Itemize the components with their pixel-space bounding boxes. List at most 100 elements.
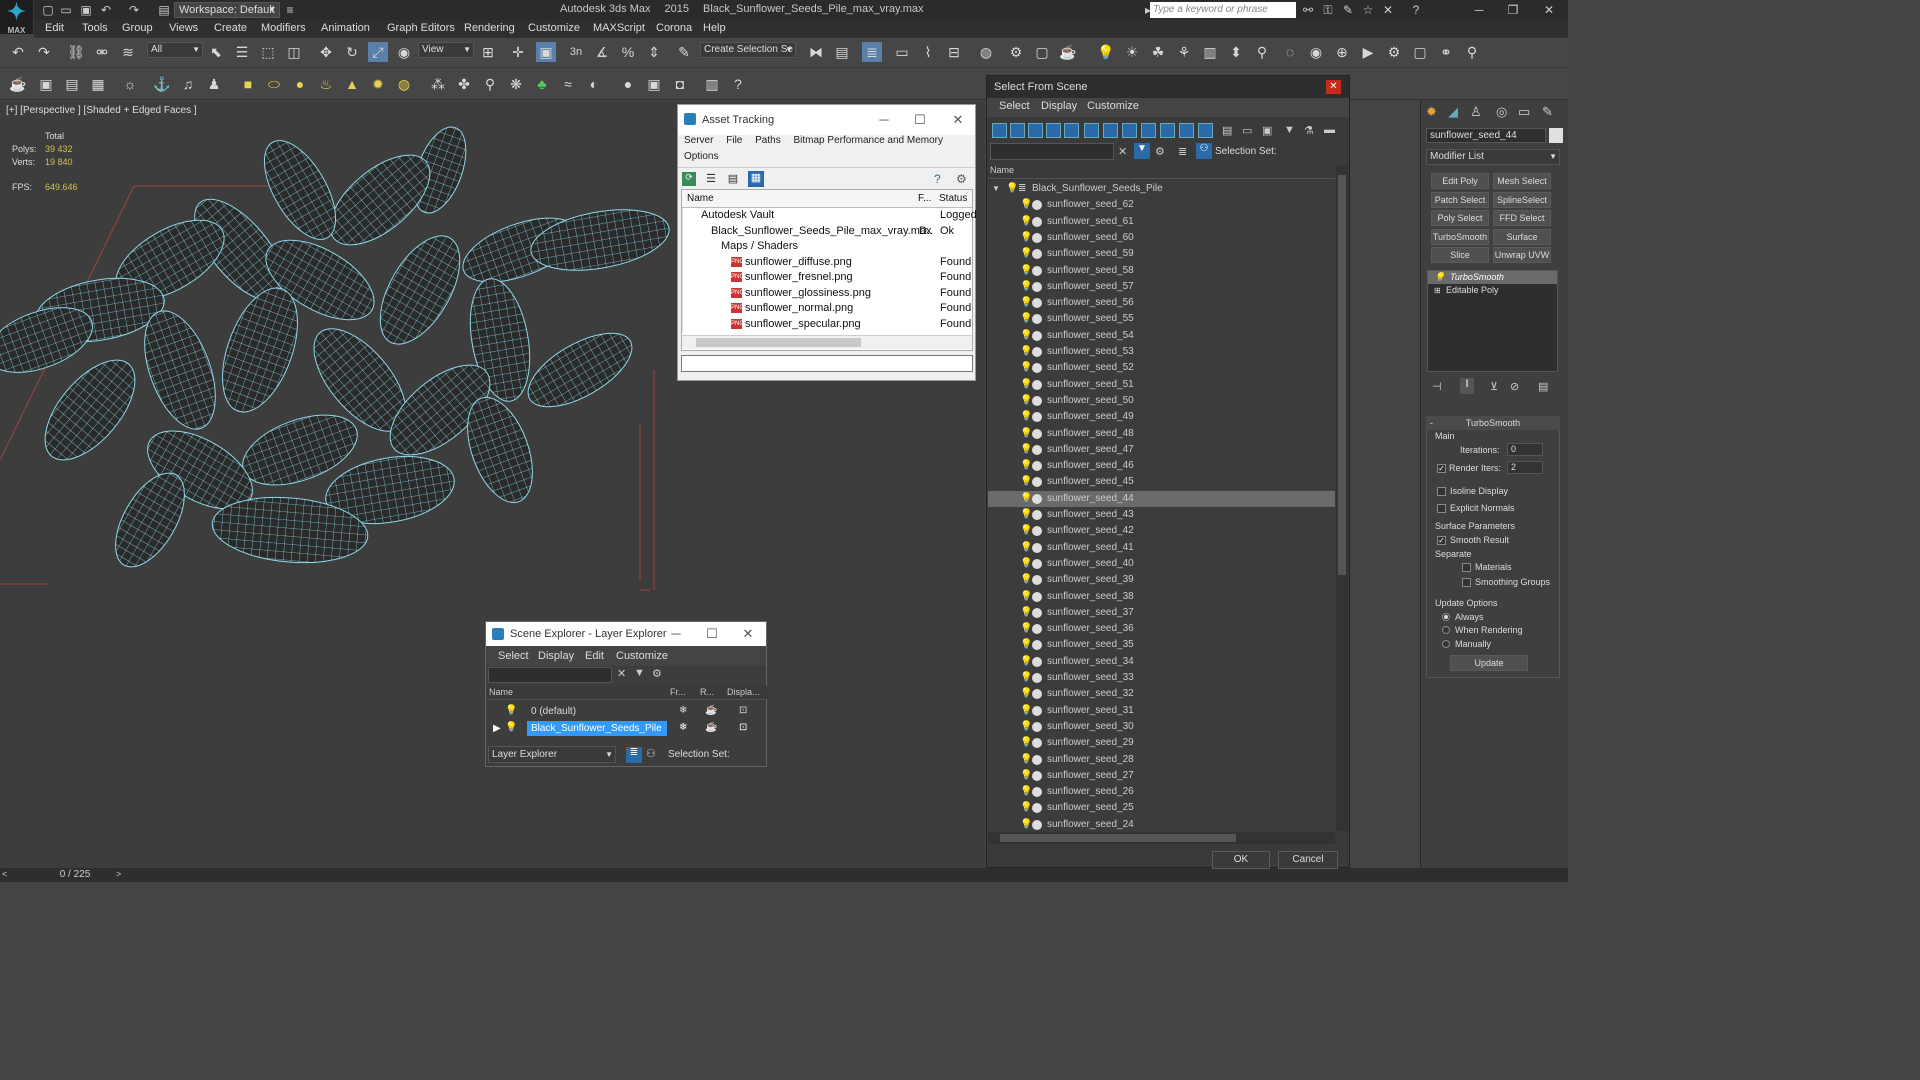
exchange-icon[interactable]: ✕ (1380, 2, 1396, 18)
menu-customize[interactable]: Customize (528, 22, 580, 34)
filter-hidden-icon[interactable] (1198, 123, 1213, 138)
menu-paths[interactable]: Paths (755, 135, 781, 146)
menu-display[interactable]: Display (538, 650, 574, 662)
menu-tools[interactable]: Tools (82, 22, 108, 34)
remove-modifier-icon[interactable]: ⊘ (1510, 380, 1519, 393)
object-color-swatch[interactable] (1549, 128, 1563, 143)
select-manipulate-icon[interactable]: ✛ (508, 42, 528, 62)
explicit-normals-checkbox[interactable] (1437, 504, 1446, 513)
place-icon[interactable]: ◉ (394, 42, 414, 62)
select-search-input[interactable] (990, 143, 1114, 160)
object-row[interactable]: 💡 sunflower_seed_47 (988, 442, 1335, 458)
bulb-icon[interactable]: 💡 (1020, 458, 1032, 474)
frame-counter[interactable]: 0 / 225 (40, 869, 110, 880)
object-row[interactable]: 💡 sunflower_seed_50 (988, 393, 1335, 409)
vscroll-thumb[interactable] (1338, 175, 1346, 575)
utilities-tab-icon[interactable]: ✎ (1542, 104, 1553, 120)
toggle-ribbon-icon[interactable]: ▭ (892, 42, 912, 62)
vray-clipper-icon[interactable]: ⚲ (1252, 42, 1272, 62)
bulb-icon[interactable]: 💡 (1020, 768, 1032, 784)
spinner-snap-icon[interactable]: ⇕ (644, 42, 664, 62)
freeze-icon[interactable]: ❄ (679, 705, 687, 716)
menu-customize[interactable]: Customize (616, 650, 668, 662)
collapse-arrow-icon[interactable]: ▼ (992, 181, 1000, 197)
redo-icon[interactable]: ↷ (126, 2, 142, 18)
vray-toolbar-icon[interactable]: ◉ (1306, 42, 1326, 62)
object-row[interactable]: 💡 sunflower_seed_53 (988, 344, 1335, 360)
undo-icon[interactable]: ↶ (98, 2, 114, 18)
menu-create[interactable]: Create (214, 22, 247, 34)
redo-icon[interactable]: ↷ (34, 42, 54, 62)
vray-frame-buffer-icon[interactable]: ◌ (1280, 42, 1300, 62)
motion-tab-icon[interactable]: ◎ (1496, 104, 1507, 120)
vray-settings-icon[interactable]: ⚙ (1384, 42, 1404, 62)
menu-customize[interactable]: Customize (1087, 100, 1139, 112)
display-icon[interactable]: ⊡ (739, 705, 747, 716)
geosphere-icon[interactable]: ◍ (394, 74, 414, 94)
hierarchy-icon[interactable]: ⚇ (646, 747, 656, 760)
iterations-spinner[interactable]: 0 (1507, 443, 1543, 456)
ok-button[interactable]: OK (1212, 851, 1270, 869)
bulb-icon[interactable]: 💡 (1020, 523, 1032, 539)
filter-spacewarps-icon[interactable] (1084, 123, 1099, 138)
vray-fur-icon[interactable]: ⚘ (1174, 42, 1194, 62)
menu-server[interactable]: Server (684, 135, 713, 146)
cancel-button[interactable]: Cancel (1278, 851, 1338, 869)
menu-modifiers[interactable]: Modifiers (261, 22, 306, 34)
modifier-button[interactable]: SplineSelect (1493, 191, 1551, 208)
menu-bitmap-performance[interactable]: Bitmap Performance and Memory (794, 135, 944, 146)
bulb-icon[interactable]: 💡 (1020, 670, 1032, 686)
clear-search-icon[interactable]: ✕ (1118, 145, 1127, 158)
col-render[interactable]: R... (700, 687, 714, 697)
col-freeze[interactable]: Fr... (670, 687, 686, 697)
bulb-icon[interactable]: 💡 (505, 705, 517, 716)
object-row[interactable]: 💡 sunflower_seed_25 (988, 800, 1335, 816)
maximize-button[interactable]: ☐ (694, 622, 730, 646)
bulb-icon[interactable]: 💡 (1020, 654, 1032, 670)
bulb-icon[interactable]: 💡 (1006, 181, 1018, 197)
save-icon[interactable]: ▣ (78, 2, 94, 18)
object-row[interactable]: 💡 sunflower_seed_55 (988, 311, 1335, 327)
layers-icon[interactable]: ≣ (1178, 145, 1187, 158)
smoothing-groups-checkbox[interactable] (1462, 578, 1471, 587)
stack-item-editable-poly[interactable]: ⊞ Editable Poly (1428, 284, 1557, 297)
quick-access-menu-icon[interactable]: ≡ (282, 2, 298, 18)
modifier-button[interactable]: FFD Select (1493, 210, 1551, 226)
asset-row[interactable]: Maps / Shaders (682, 239, 972, 255)
manually-radio[interactable] (1442, 640, 1450, 648)
asset-row[interactable]: PNGsunflower_diffuse.png Found (682, 254, 972, 270)
close-button[interactable]: ✕ (730, 622, 766, 646)
curve-editor-icon[interactable]: ⌇ (918, 42, 938, 62)
options-icon[interactable]: ⚙ (652, 667, 662, 680)
menu-graph-editors[interactable]: Graph Editors (387, 22, 455, 34)
filter-lights-icon[interactable] (1028, 123, 1043, 138)
object-row[interactable]: 💡 sunflower_seed_36 (988, 621, 1335, 637)
cone-icon[interactable]: ▲ (342, 74, 362, 94)
col-name[interactable]: Name (489, 687, 513, 697)
object-row[interactable]: 💡 sunflower_seed_60 (988, 230, 1335, 246)
col-display[interactable]: Displa... (727, 687, 760, 697)
bulb-icon[interactable]: 💡 (1020, 311, 1032, 327)
link-icon[interactable]: ⛓ (66, 42, 86, 62)
bulb-icon[interactable]: 💡 (1020, 230, 1032, 246)
object-row[interactable]: 💡 sunflower_seed_40 (988, 556, 1335, 572)
stack-item-turbosmooth[interactable]: 💡 TurboSmooth (1428, 271, 1557, 284)
object-row[interactable]: 💡 sunflower_seed_35 (988, 637, 1335, 653)
render-iters-checkbox[interactable]: ✓ (1437, 464, 1446, 473)
bulb-icon[interactable]: 💡 (1020, 197, 1032, 213)
sun-icon[interactable]: ✹ (368, 74, 388, 94)
object-name-field[interactable]: sunflower_seed_44 (1426, 128, 1546, 143)
freeze-icon[interactable]: ❄ (679, 722, 687, 733)
angle-snap-icon[interactable]: ∡ (592, 42, 612, 62)
scene-explorer-titlebar[interactable]: Scene Explorer - Layer Explorer ─ ☐ ✕ (486, 622, 766, 646)
modifier-button[interactable]: Surface Select (1493, 228, 1551, 256)
filter-frozen-icon[interactable] (1179, 123, 1194, 138)
bulb-icon[interactable]: 💡 (1020, 556, 1032, 572)
object-row[interactable]: 💡 sunflower_seed_37 (988, 605, 1335, 621)
funnel-filter-icon[interactable]: ▼ (1134, 143, 1150, 159)
modifier-list-dropdown[interactable]: Modifier List ▼ (1426, 149, 1560, 165)
settings-icon[interactable]: ⚙ (956, 172, 967, 186)
render-icon[interactable]: ◘ (670, 74, 690, 94)
object-row[interactable]: 💡 sunflower_seed_31 (988, 703, 1335, 719)
rig-icon[interactable]: ♟ (204, 74, 224, 94)
